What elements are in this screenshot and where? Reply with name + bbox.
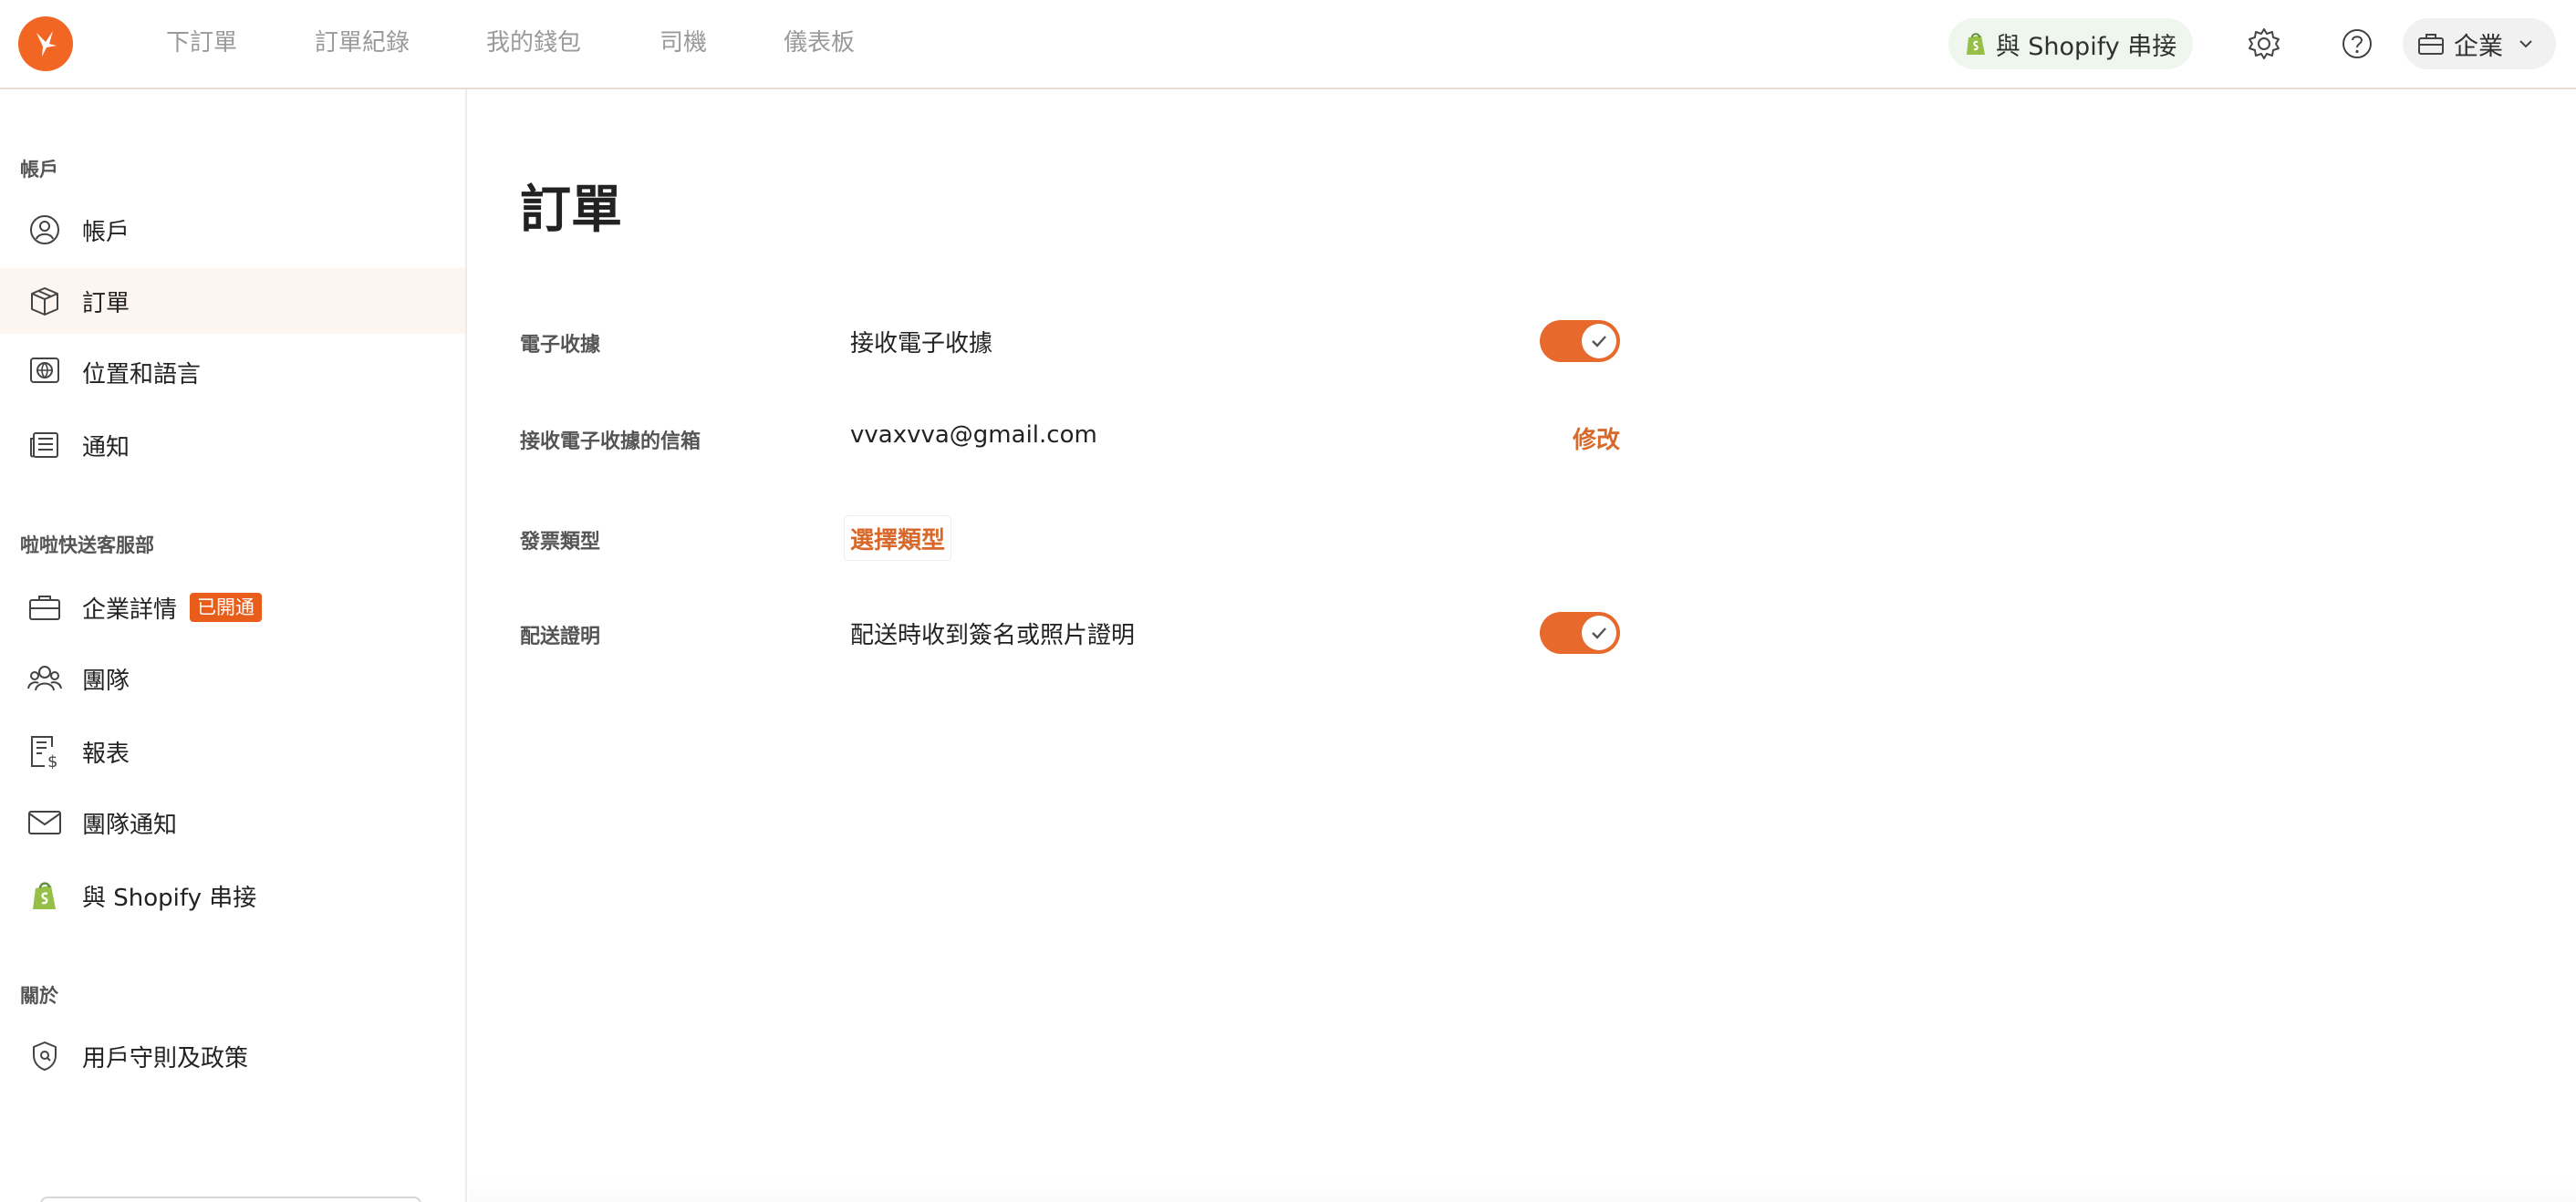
newspaper-icon	[26, 426, 64, 464]
nav-drivers[interactable]: 司機	[660, 27, 707, 58]
user-icon	[26, 211, 64, 249]
report-dollar-icon: $	[26, 732, 64, 771]
sidebar-item-label: 企業詳情	[82, 596, 178, 624]
sidebar-section-account: 帳戶	[20, 159, 58, 181]
briefcase-icon	[2418, 34, 2444, 55]
settings-sidebar: 帳戶 帳戶 訂單 位置和語言 通知 啦啦快送客服部 企業詳情 已開通 團隊 $ …	[0, 89, 467, 1202]
bottom-shadow	[469, 1175, 2576, 1202]
toggle-knob	[1582, 616, 1616, 650]
package-icon	[26, 282, 64, 320]
sidebar-item-terms-policies[interactable]: 用戶守則及政策	[0, 1023, 465, 1089]
status-badge: 已開通	[190, 593, 263, 622]
edit-email-link[interactable]: 修改	[1573, 421, 1620, 455]
e-receipt-value: 接收電子收據	[850, 330, 993, 357]
sidebar-item-orders[interactable]: 訂單	[0, 268, 465, 334]
brand-logo[interactable]	[18, 16, 73, 71]
sidebar-item-account[interactable]: 帳戶	[0, 197, 465, 263]
team-icon	[26, 659, 64, 698]
proof-of-delivery-toggle[interactable]	[1540, 612, 1620, 654]
e-receipt-label: 電子收據	[520, 334, 601, 357]
sidebar-item-business-details[interactable]: 企業詳情 已開通	[0, 575, 465, 640]
shopify-connect-button[interactable]: 與 Shopify 串接	[1948, 18, 2193, 69]
chevron-down-icon	[2519, 40, 2532, 48]
sidebar-item-label: 與 Shopify 串接	[82, 884, 257, 912]
sidebar-item-label: 通知	[82, 433, 130, 461]
settings-button[interactable]	[2244, 24, 2284, 64]
sidebar-item-shopify[interactable]: 與 Shopify 串接	[0, 863, 465, 928]
sidebar-item-label: 訂單	[82, 289, 130, 317]
help-button[interactable]	[2337, 24, 2377, 64]
shopify-connect-label: 與 Shopify 串接	[1995, 32, 2177, 61]
briefcase-icon	[26, 588, 64, 627]
business-label: 企業	[2454, 32, 2503, 61]
sidebar-item-team-notifications[interactable]: 團隊通知	[0, 790, 465, 855]
toggle-knob	[1582, 324, 1616, 358]
question-circle-icon	[2342, 29, 2372, 58]
business-account-switcher[interactable]: 企業	[2403, 18, 2556, 69]
gear-icon	[2249, 28, 2280, 59]
check-icon	[1592, 336, 1606, 347]
svg-text:$: $	[47, 752, 57, 769]
nav-wallet[interactable]: 我的錢包	[486, 27, 581, 58]
check-icon	[1592, 627, 1606, 639]
nav-place-order[interactable]: 下訂單	[166, 27, 237, 58]
shield-icon	[26, 1037, 64, 1075]
shopify-icon	[1966, 33, 1985, 55]
page-title: 訂單	[520, 181, 622, 240]
sidebar-item-label: 位置和語言	[82, 360, 202, 389]
receipt-email-label: 接收電子收據的信箱	[520, 430, 701, 453]
sidebar-section-about: 關於	[20, 985, 58, 1007]
receipt-email-value: vvaxvva@gmail.com	[850, 421, 1097, 449]
proof-of-delivery-label: 配送證明	[520, 626, 601, 648]
invoice-type-label: 發票類型	[520, 531, 601, 554]
e-receipt-toggle[interactable]	[1540, 320, 1620, 362]
sidebar-item-reports[interactable]: $ 報表	[0, 719, 465, 784]
sidebar-footer-card	[40, 1197, 421, 1202]
top-navigation-bar: 下訂單 訂單紀錄 我的錢包 司機 儀表板 與 Shopify 串接 企業	[0, 0, 2576, 89]
select-invoice-type-button[interactable]: 選擇類型	[845, 516, 950, 560]
sidebar-item-label: 報表	[82, 740, 130, 768]
sidebar-section-business: 啦啦快送客服部	[20, 534, 154, 556]
globe-icon	[26, 353, 64, 391]
sidebar-item-location-language[interactable]: 位置和語言	[0, 339, 465, 405]
sidebar-item-label: 團隊	[82, 667, 130, 695]
shopify-icon	[26, 876, 64, 915]
proof-of-delivery-value: 配送時收到簽名或照片證明	[850, 622, 1136, 649]
bird-logo-icon	[36, 31, 57, 57]
sidebar-item-notifications[interactable]: 通知	[0, 412, 465, 478]
sidebar-item-label: 團隊通知	[82, 811, 178, 839]
sidebar-item-team[interactable]: 團隊	[0, 646, 465, 711]
nav-order-history[interactable]: 訂單紀錄	[315, 27, 410, 58]
sidebar-item-label: 用戶守則及政策	[82, 1044, 249, 1072]
nav-dashboard[interactable]: 儀表板	[784, 27, 855, 58]
mail-icon	[26, 803, 64, 842]
sidebar-item-label: 帳戶	[82, 218, 130, 246]
